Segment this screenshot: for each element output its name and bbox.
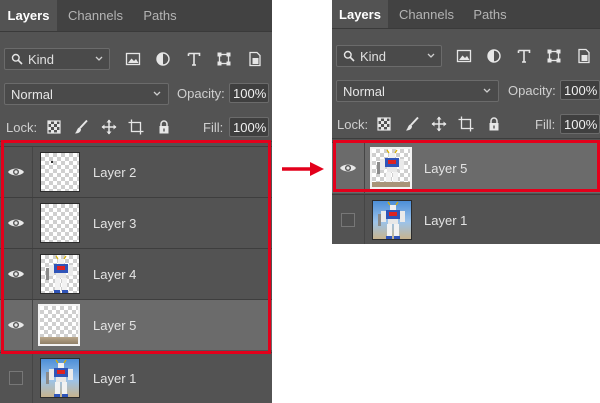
layer-thumbnail xyxy=(372,200,412,240)
visibility-toggle[interactable] xyxy=(0,353,33,403)
tab-channels[interactable]: Channels xyxy=(58,0,133,31)
kind-filter-label: Kind xyxy=(360,48,387,64)
adjustment-filter-icon[interactable] xyxy=(486,48,502,64)
layer-row-layer-5[interactable]: Layer 5 xyxy=(0,299,272,350)
opacity-input[interactable]: 100% xyxy=(229,83,269,103)
opacity-label: Opacity: xyxy=(508,83,556,98)
visibility-toggle[interactable] xyxy=(332,195,365,244)
layer-name: Layer 5 xyxy=(424,160,468,176)
visibility-toggle[interactable] xyxy=(0,300,33,350)
tab-layers[interactable]: Layers xyxy=(0,0,57,31)
opacity-input[interactable]: 100% xyxy=(560,80,600,100)
image-filter-icon[interactable] xyxy=(456,48,472,64)
adjustment-filter-icon[interactable] xyxy=(155,51,171,67)
blend-mode-select[interactable]: Normal xyxy=(336,80,499,102)
fill-input[interactable]: 100% xyxy=(229,117,269,137)
layer-thumbnail xyxy=(40,152,80,192)
blend-mode-value: Normal xyxy=(343,83,385,99)
layer-row-layer-2[interactable]: Layer 2 xyxy=(0,146,272,197)
layer-thumbnail xyxy=(40,358,80,398)
layer-kind-filter[interactable]: Kind xyxy=(336,45,442,67)
opacity-label: Opacity: xyxy=(177,86,225,101)
layer-name: Layer 5 xyxy=(93,317,137,333)
eye-icon xyxy=(339,162,357,174)
layer-name: Layer 4 xyxy=(93,266,137,282)
layers-panel-after: Layers Channels Paths Kind Normal Opacit… xyxy=(332,0,600,244)
lock-image-pixels-icon[interactable] xyxy=(73,119,89,135)
lock-transparent-pixels-icon[interactable] xyxy=(46,119,62,135)
lock-artboard-icon[interactable] xyxy=(128,119,144,135)
tab-channels[interactable]: Channels xyxy=(389,0,464,28)
chevron-down-icon xyxy=(152,87,162,101)
eye-icon xyxy=(7,268,25,280)
type-filter-icon[interactable] xyxy=(516,48,532,64)
tab-paths[interactable]: Paths xyxy=(465,0,515,28)
layer-row-layer-1[interactable]: Layer 1 xyxy=(0,352,272,403)
arrow-right-icon xyxy=(282,162,324,176)
layers-panel-before: Layers Channels Paths Kind Normal Opacit… xyxy=(0,0,272,403)
shape-filter-icon[interactable] xyxy=(546,48,562,64)
panel-divider xyxy=(332,138,600,139)
layer-name: Layer 2 xyxy=(93,164,137,180)
tab-paths[interactable]: Paths xyxy=(134,0,186,31)
layer-row-layer-1[interactable]: Layer 1 xyxy=(332,194,600,244)
layer-name: Layer 3 xyxy=(93,215,137,231)
tab-layers[interactable]: Layers xyxy=(332,0,388,28)
kind-filter-label: Kind xyxy=(28,51,55,67)
layer-name: Layer 1 xyxy=(93,370,137,386)
lock-position-icon[interactable] xyxy=(431,116,447,132)
fill-input[interactable]: 100% xyxy=(560,114,600,134)
visibility-toggle[interactable] xyxy=(0,198,33,248)
lock-artboard-icon[interactable] xyxy=(458,116,474,132)
layer-kind-filter[interactable]: Kind xyxy=(4,48,110,70)
blend-mode-select[interactable]: Normal xyxy=(4,83,169,105)
lock-position-icon[interactable] xyxy=(101,119,117,135)
layer-name: Layer 1 xyxy=(424,212,468,228)
panel-divider xyxy=(0,141,272,142)
eye-icon xyxy=(7,166,25,178)
smart-object-filter-icon[interactable] xyxy=(247,51,263,67)
layer-thumbnail xyxy=(40,254,80,294)
shape-filter-icon[interactable] xyxy=(216,51,232,67)
chevron-down-icon xyxy=(482,84,492,98)
search-icon xyxy=(11,53,23,65)
layer-thumbnail xyxy=(38,304,80,346)
robot-thumbnail-image xyxy=(373,201,412,240)
hidden-visibility-box xyxy=(341,213,355,227)
fill-label: Fill: xyxy=(203,120,224,135)
eye-icon xyxy=(7,217,25,229)
panel-tab-bar: Layers Channels Paths xyxy=(332,0,600,29)
panel-tab-bar: Layers Channels Paths xyxy=(0,0,272,32)
lock-image-pixels-icon[interactable] xyxy=(404,116,420,132)
robot-thumbnail-image xyxy=(41,359,80,398)
image-filter-icon[interactable] xyxy=(125,51,141,67)
hidden-visibility-box xyxy=(9,371,23,385)
robot-thumbnail-image xyxy=(41,255,80,294)
fill-label: Fill: xyxy=(535,117,556,132)
layer-row-layer-3[interactable]: Layer 3 xyxy=(0,197,272,248)
search-icon xyxy=(343,50,355,62)
lock-transparent-pixels-icon[interactable] xyxy=(376,116,392,132)
chevron-down-icon xyxy=(426,49,436,63)
blend-mode-value: Normal xyxy=(11,86,53,102)
lock-label: Lock: xyxy=(337,117,369,132)
chevron-down-icon xyxy=(94,52,104,66)
visibility-toggle[interactable] xyxy=(0,249,33,299)
visibility-toggle[interactable] xyxy=(332,143,365,193)
eye-icon xyxy=(7,319,25,331)
type-filter-icon[interactable] xyxy=(186,51,202,67)
lock-all-icon[interactable] xyxy=(156,119,172,135)
lock-all-icon[interactable] xyxy=(486,116,502,132)
smart-object-filter-icon[interactable] xyxy=(576,48,592,64)
layer-thumbnail xyxy=(370,147,412,189)
layer-row-layer-5[interactable]: Layer 5 xyxy=(332,142,600,193)
lock-label: Lock: xyxy=(6,120,38,135)
visibility-toggle[interactable] xyxy=(0,147,33,197)
layer-row-layer-4[interactable]: Layer 4 xyxy=(0,248,272,299)
layer-thumbnail xyxy=(40,203,80,243)
